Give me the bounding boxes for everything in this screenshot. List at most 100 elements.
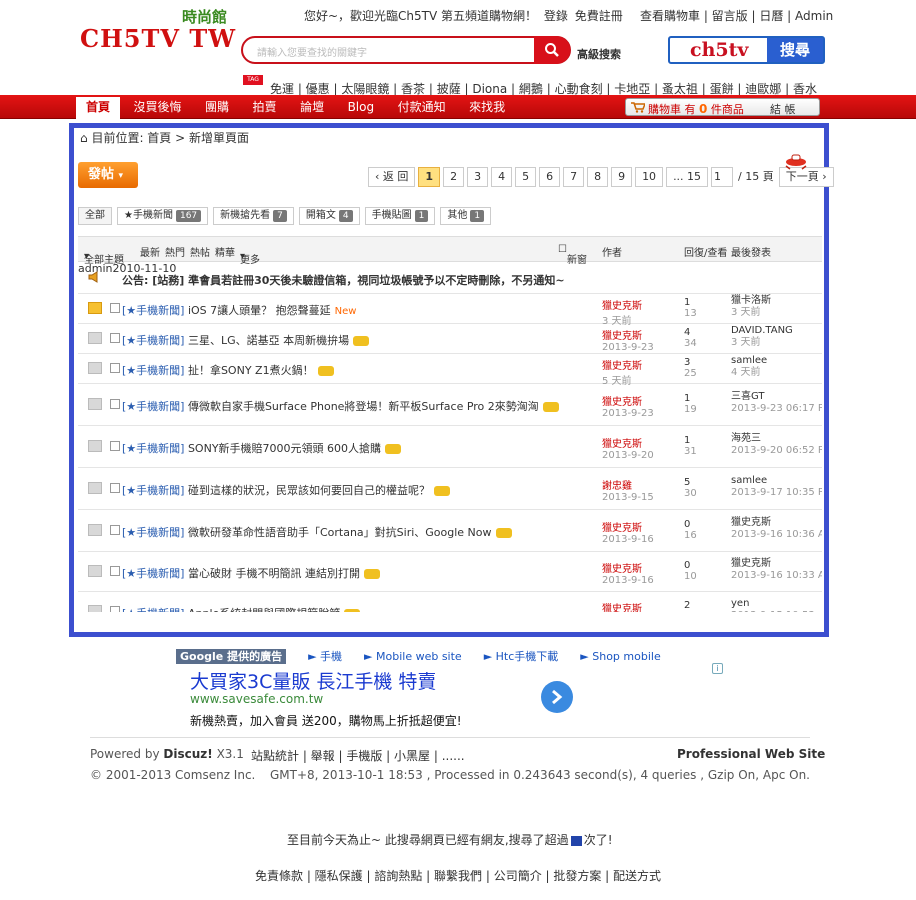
nav-auction[interactable]: 拍賣 bbox=[243, 95, 287, 119]
brand-search-box[interactable]: ch5tv 搜尋 bbox=[668, 36, 825, 64]
bottom-links[interactable]: 免責條款 | 隱私保護 | 諮詢熱點 | 聯繫我們 | 公司簡介 | 批發方案 … bbox=[255, 867, 661, 884]
last-post-time[interactable]: 2013-9-16 10:33 AM bbox=[731, 570, 822, 582]
ad-info-icon[interactable]: i bbox=[712, 663, 723, 674]
thread-title[interactable]: [★手機新聞] 傳微軟自家手機Surface Phone將登場！新平板Surfa… bbox=[122, 398, 559, 414]
last-post-user[interactable]: DAVID.TANG bbox=[731, 325, 793, 336]
nav-find-me[interactable]: 來找我 bbox=[459, 95, 515, 119]
pager-page-1[interactable]: 1 bbox=[418, 167, 441, 187]
last-post-time[interactable]: 2013-9-17 10:35 PM bbox=[731, 487, 822, 499]
filter-phone-images[interactable]: 手機貼圖 1 bbox=[364, 207, 436, 225]
thread-category[interactable]: [★手機新聞] bbox=[122, 567, 184, 580]
login-link[interactable]: 登錄 bbox=[544, 9, 568, 23]
pager-page-2[interactable]: 2 bbox=[443, 167, 465, 187]
thread-category[interactable]: [★手機新聞] bbox=[122, 400, 184, 413]
filter-other[interactable]: 其他 1 bbox=[440, 207, 492, 225]
author-name[interactable]: 獵史克斯 bbox=[602, 301, 642, 312]
professional-web-site-link[interactable]: Professional Web Site bbox=[677, 747, 825, 761]
site-logo[interactable]: CH5TV TW 時尚館 bbox=[80, 8, 240, 58]
sort-hot[interactable]: 熱門 bbox=[165, 244, 185, 259]
pager-page-5[interactable]: 5 bbox=[515, 167, 537, 187]
breadcrumb-text[interactable]: 目前位置: 首頁 > 新增單頁面 bbox=[91, 131, 249, 145]
author-name[interactable]: 獵史克斯 bbox=[602, 331, 642, 342]
thread-category[interactable]: [★手機新聞] bbox=[122, 442, 184, 455]
ad-link-shop-mobile[interactable]: ► Shop mobile bbox=[580, 650, 660, 663]
thread-row[interactable]: [★手機新聞] 碰到這樣的狀況，民眾該如何要回自己的權益呢？ 謝忠雞 2013-9-… bbox=[78, 468, 822, 510]
cart-bar[interactable]: 購物車 有 0 件商品 結 帳 bbox=[625, 98, 820, 116]
sort-latest[interactable]: 最新 bbox=[140, 244, 160, 259]
thread-row[interactable]: [★手機新聞] 傳微軟自家手機Surface Phone將登場！新平板Surfa… bbox=[78, 384, 822, 426]
register-link[interactable]: 免費註冊 bbox=[575, 9, 623, 23]
pager-page-8[interactable]: 8 bbox=[587, 167, 609, 187]
thread-title[interactable]: [★手機新聞] 扯！拿SONY Z1煮火鍋！ bbox=[122, 362, 334, 378]
author-name[interactable]: 獵史克斯 bbox=[602, 439, 642, 450]
last-post-user[interactable]: 獵史克斯 bbox=[731, 558, 771, 569]
thread-title[interactable]: [★手機新聞] 微軟研發革命性語音助手「Cortana」對抗Siri、Googl… bbox=[122, 524, 512, 540]
thread-checkbox[interactable] bbox=[110, 303, 120, 313]
ad-link-htc[interactable]: ► Htc手機下載 bbox=[484, 650, 559, 663]
filter-phone-news[interactable]: ★手機新聞 167 bbox=[117, 207, 209, 225]
thread-title-text[interactable]: Apple系統封閉與國際規範脫節 bbox=[188, 607, 340, 612]
last-post-time[interactable]: 2013-9-16 10:36 AM bbox=[731, 529, 822, 541]
thread-category[interactable]: [★手機新聞] bbox=[122, 484, 184, 497]
announcement-text[interactable]: 公告: [站務] 準會員若註冊30天後未驗證信箱，視同垃圾帳號予以不定時刪除，不… bbox=[122, 272, 565, 288]
thread-category[interactable]: [★手機新聞] bbox=[122, 334, 184, 347]
nav-must-buy[interactable]: 沒買後悔 bbox=[124, 95, 192, 119]
account-links[interactable]: 查看購物車 | 留言版 | 日曆 | Admin bbox=[640, 7, 833, 24]
nav-home[interactable]: 首頁 bbox=[76, 97, 121, 119]
announcement-row[interactable]: 公告: [站務] 準會員若註冊30天後未驗證信箱，視同垃圾帳號予以不定時刪除，不… bbox=[78, 262, 822, 294]
thread-row[interactable]: [★手機新聞] SONY新手機賠7000元領頭 600人搶購 獵史克斯 2013-9… bbox=[78, 426, 822, 468]
author-name[interactable]: 獵史克斯 bbox=[602, 604, 642, 612]
last-post-user[interactable]: 獵史克斯 bbox=[731, 517, 771, 528]
author-name[interactable]: 獵史克斯 bbox=[602, 564, 642, 575]
pager-page-9[interactable]: 9 bbox=[611, 167, 633, 187]
last-post-user[interactable]: 海苑三 bbox=[731, 433, 761, 444]
discuz-link[interactable]: Discuz! bbox=[163, 747, 212, 761]
author-name[interactable]: 謝忠雞 bbox=[602, 481, 632, 492]
author-name[interactable]: 獵史克斯 bbox=[602, 361, 642, 372]
nav-payment-notice[interactable]: 付款通知 bbox=[388, 95, 456, 119]
thread-title[interactable]: [★手機新聞] SONY新手機賠7000元領頭 600人搶購 bbox=[122, 440, 402, 456]
author-name[interactable]: 獵史克斯 bbox=[602, 397, 642, 408]
thread-title-text[interactable]: 扯！拿SONY Z1煮火鍋！ bbox=[188, 364, 314, 377]
filter-unboxing[interactable]: 開箱文 4 bbox=[298, 207, 360, 225]
new-post-button[interactable]: 發帖 ▾ bbox=[78, 162, 138, 188]
filter-new-phones[interactable]: 新機搶先看 7 bbox=[213, 207, 294, 225]
last-post-time[interactable]: 2013-9-15 10:53 bbox=[731, 610, 815, 612]
pager-page-7[interactable]: 7 bbox=[563, 167, 585, 187]
thread-category[interactable]: [★手機新聞] bbox=[122, 526, 184, 539]
thread-title-text[interactable]: SONY新手機賠7000元領頭 600人搶購 bbox=[188, 442, 381, 455]
sort-digest[interactable]: 精華 bbox=[215, 244, 235, 259]
pager-back-button[interactable]: ‹ 返 回 bbox=[368, 167, 416, 187]
author-name[interactable]: 獵史克斯 bbox=[602, 523, 642, 534]
pager-page-4[interactable]: 4 bbox=[491, 167, 513, 187]
filter-all[interactable]: 全部 bbox=[78, 207, 112, 225]
ad-link-mobile-web[interactable]: ► Mobile web site bbox=[364, 650, 462, 663]
last-post-user[interactable]: yen bbox=[731, 598, 749, 609]
thread-checkbox[interactable] bbox=[110, 483, 120, 493]
thread-category[interactable]: [★手機新聞] bbox=[122, 304, 184, 317]
last-post-time[interactable]: 4 天前 bbox=[731, 367, 767, 379]
thread-checkbox[interactable] bbox=[110, 566, 120, 576]
thread-row[interactable]: [★手機新聞] 扯！拿SONY Z1煮火鍋！ 獵史克斯 5 天前 3 25 samlee 4… bbox=[78, 354, 822, 387]
pager-page-input[interactable]: 1 bbox=[711, 167, 734, 187]
footer-links[interactable]: 站點統計 | 舉報 | 手機版 | 小黑屋 | ...... bbox=[251, 747, 465, 764]
thread-row[interactable]: [★手機新聞] 三星、LG、諾基亞 本周新機拚場 獵史克斯 2013-9-23 4 34… bbox=[78, 324, 822, 354]
thread-title-text[interactable]: iOS 7讓人頭暈？ 抱怨聲蔓延 bbox=[188, 304, 331, 317]
ad-arrow-button[interactable] bbox=[541, 681, 573, 713]
search-input[interactable]: 請輸入您要查找的關鍵字 bbox=[241, 36, 571, 64]
nav-blog[interactable]: Blog bbox=[338, 95, 385, 119]
thread-row[interactable]: [★手機新聞] 微軟研發革命性語音助手「Cortana」對抗Siri、Googl… bbox=[78, 510, 822, 552]
pager-page-3[interactable]: 3 bbox=[467, 167, 489, 187]
pager-page-6[interactable]: 6 bbox=[539, 167, 561, 187]
thread-title[interactable]: [★手機新聞] 當心破財 手機不明簡訊 連結別打開 bbox=[122, 565, 380, 581]
thread-checkbox[interactable] bbox=[110, 363, 120, 373]
thread-title-text[interactable]: 三星、LG、諾基亞 本周新機拚場 bbox=[188, 334, 349, 347]
last-post-user[interactable]: samlee bbox=[731, 355, 767, 366]
last-post-time[interactable]: 3 天前 bbox=[731, 337, 793, 349]
thread-category[interactable]: [★手機新聞] bbox=[122, 364, 184, 377]
thread-checkbox[interactable] bbox=[110, 606, 120, 612]
pager-page-10[interactable]: 10 bbox=[635, 167, 664, 187]
last-post-time[interactable]: 3 天前 bbox=[731, 307, 771, 319]
thread-title[interactable]: [★手機新聞] Apple系統封閉與國際規範脫節 bbox=[122, 605, 361, 612]
advanced-search-link[interactable]: 高級搜索 bbox=[577, 46, 621, 62]
